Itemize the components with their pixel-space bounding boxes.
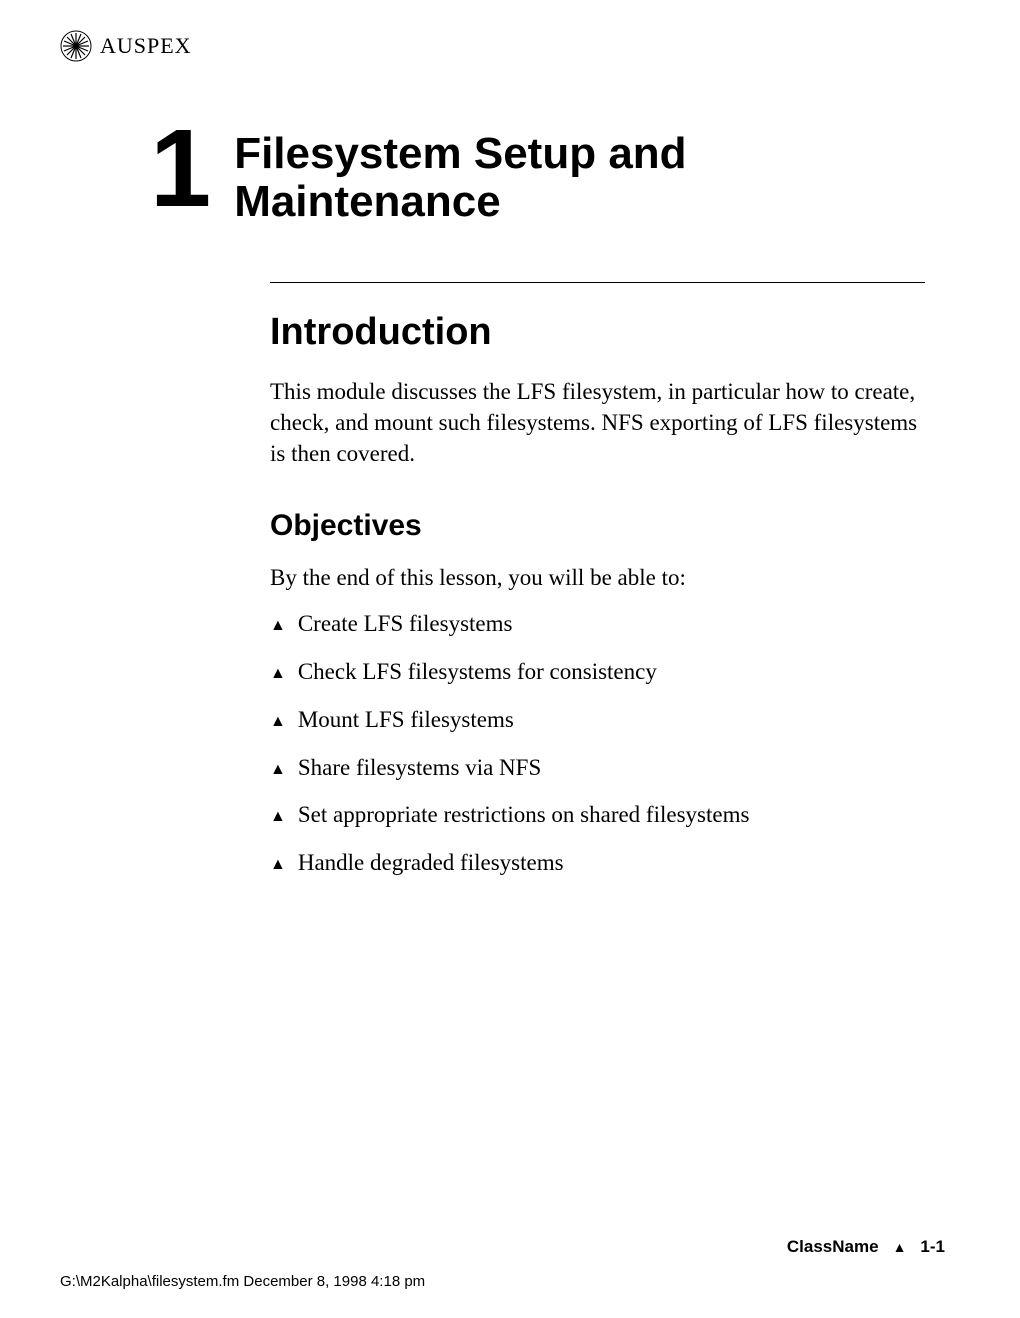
chapter-heading-block: 1 Filesystem Setup and Maintenance (150, 122, 945, 227)
footer-classname: ClassName (787, 1237, 879, 1257)
objectives-intro: By the end of this lesson, you will be a… (270, 565, 925, 591)
chapter-title-line1: Filesystem Setup and (234, 129, 686, 178)
list-item: ▲ Set appropriate restrictions on shared… (270, 800, 925, 830)
intro-paragraph: This module discusses the LFS filesystem… (270, 376, 925, 469)
list-item: ▲ Create LFS filesystems (270, 609, 925, 639)
footer-right: ClassName ▲ 1-1 (60, 1237, 945, 1257)
header-logo-text: AUSPEX (100, 33, 192, 59)
list-item: ▲ Share filesystems via NFS (270, 753, 925, 783)
chapter-title: Filesystem Setup and Maintenance (234, 122, 686, 227)
objectives-list: ▲ Create LFS filesystems ▲ Check LFS fil… (270, 609, 925, 878)
divider (270, 282, 925, 283)
list-item: ▲ Check LFS filesystems for consistency (270, 657, 925, 687)
footer-path: G:\M2Kalpha\filesystem.fm December 8, 19… (60, 1273, 945, 1290)
triangle-bullet-icon: ▲ (270, 857, 286, 873)
chapter-title-line2: Maintenance (234, 177, 501, 226)
triangle-bullet-icon: ▲ (270, 666, 286, 682)
chapter-number: 1 (150, 122, 209, 216)
list-item-label: Check LFS filesystems for consistency (298, 657, 657, 687)
list-item: ▲ Mount LFS filesystems (270, 705, 925, 735)
list-item-label: Mount LFS filesystems (298, 705, 514, 735)
auspex-logo-icon (60, 30, 92, 62)
triangle-bullet-icon: ▲ (270, 809, 286, 825)
triangle-bullet-icon: ▲ (270, 714, 286, 730)
list-item-label: Set appropriate restrictions on shared f… (298, 800, 750, 830)
list-item-label: Create LFS filesystems (298, 609, 513, 639)
list-item-label: Share filesystems via NFS (298, 753, 541, 783)
page-footer: ClassName ▲ 1-1 G:\M2Kalpha\filesystem.f… (60, 1237, 945, 1290)
triangle-bullet-icon: ▲ (893, 1239, 907, 1255)
list-item: ▲ Handle degraded filesystems (270, 848, 925, 878)
triangle-bullet-icon: ▲ (270, 618, 286, 634)
section-heading-introduction: Introduction (270, 311, 925, 354)
page-header: AUSPEX (60, 30, 945, 62)
section-heading-objectives: Objectives (270, 509, 925, 543)
list-item-label: Handle degraded filesystems (298, 848, 564, 878)
triangle-bullet-icon: ▲ (270, 762, 286, 778)
footer-pagenum: 1-1 (920, 1237, 945, 1257)
